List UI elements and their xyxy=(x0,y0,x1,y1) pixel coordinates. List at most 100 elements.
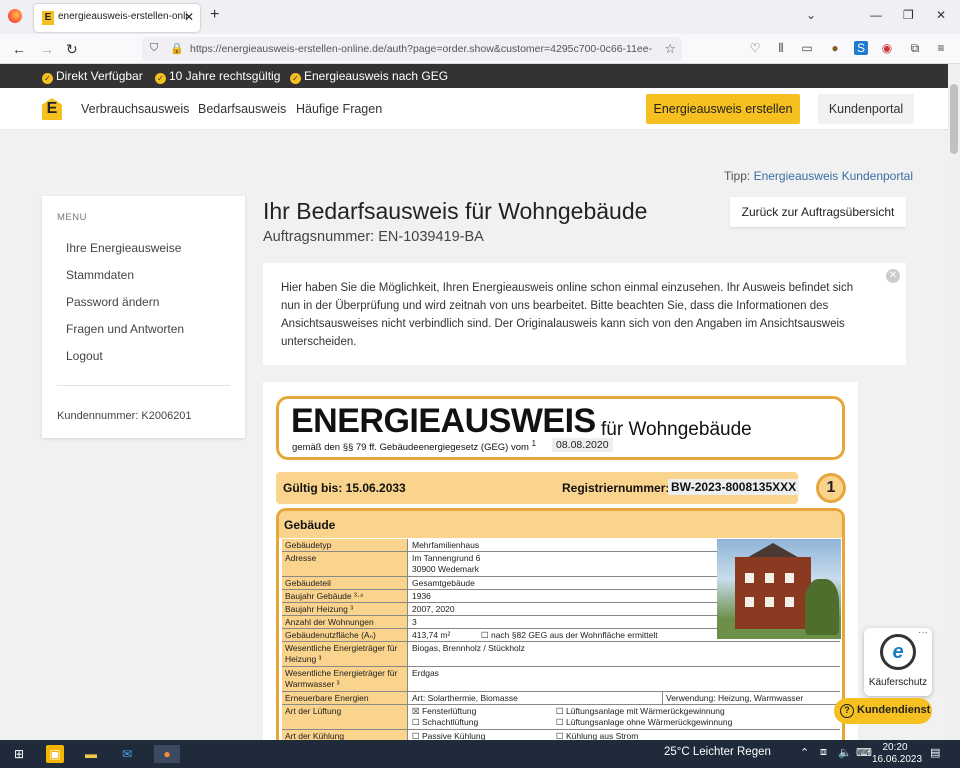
file-explorer-icon[interactable]: ▬ xyxy=(82,745,100,763)
certificate-page-number: 1 xyxy=(816,473,846,503)
table-row: Art der Kühlung ☐ Passive Kühlung ☐ Kühlun… xyxy=(282,730,840,740)
certificate-heading: ENERGIEAUSWEIS xyxy=(291,402,596,440)
back-button[interactable]: ← xyxy=(12,41,26,57)
store-icon[interactable]: ▣ xyxy=(46,745,64,763)
address-bar[interactable]: ⛉ 🔒 https://energieausweis-erstellen-onl… xyxy=(142,37,682,61)
sidebar-item-logout[interactable]: Logout xyxy=(66,349,103,363)
sidebar-icon[interactable]: ▭ xyxy=(800,41,814,55)
mail-icon[interactable]: ✉ xyxy=(118,745,136,763)
sidebar-item-stammdaten[interactable]: Stammdaten xyxy=(66,268,134,282)
extension-s-icon[interactable]: S xyxy=(854,41,868,55)
page-scrollbar[interactable] xyxy=(948,64,960,740)
page-title: Ihr Bedarfsausweis für Wohngebäude xyxy=(263,198,648,224)
nav-link-bedarfsausweis[interactable]: Bedarfsausweis xyxy=(198,102,286,116)
windows-taskbar: ⊞ ▣ ▬ ✉ ● 25°C Leichter Regen ⌃ ⧈ 🔈 ⌨ 20… xyxy=(0,740,960,768)
customer-service-button[interactable]: ? Kundendienst xyxy=(834,698,932,724)
scrollbar-thumb[interactable] xyxy=(950,84,958,154)
table-row: Art der Lüftung ☒ Fensterlüftung ☐ Schacht… xyxy=(282,705,840,730)
help-icon: ? xyxy=(840,704,854,718)
tab-close-icon[interactable]: ✕ xyxy=(184,10,194,24)
window-close-button[interactable]: ✕ xyxy=(936,8,946,22)
customer-portal-button[interactable]: Kundenportal xyxy=(818,94,914,124)
info-notice: Hier haben Sie die Möglichkeit, Ihren En… xyxy=(263,263,906,365)
building-section: Gebäude Gebäudetyp Mehrfamilienhaus Adres… xyxy=(276,508,845,740)
section-title: Gebäude xyxy=(279,511,842,538)
back-to-orders-button[interactable]: Zurück zur Auftragsübersicht xyxy=(730,197,906,227)
building-photo xyxy=(717,539,841,639)
extension-cookie-icon[interactable]: ● xyxy=(828,41,842,55)
sidebar-item-energieausweise[interactable]: Ihre Energieausweise xyxy=(66,241,181,255)
order-number: Auftragsnummer: EN-1039419-BA xyxy=(263,229,484,245)
keyboard-icon[interactable]: ⌨ xyxy=(856,746,872,759)
chevron-up-icon[interactable]: ⌃ xyxy=(800,746,809,759)
site-favicon-icon: E xyxy=(42,11,54,25)
certificate-preview: ENERGIEAUSWEIS für Wohngebäude gemäß den… xyxy=(263,382,858,740)
customer-service-label: Kundendienst xyxy=(857,704,931,716)
bookmark-star-icon[interactable]: ☆ xyxy=(664,41,676,57)
tab-title: energieausweis-erstellen-online xyxy=(58,11,188,22)
network-icon[interactable]: ⧈ xyxy=(820,746,827,759)
tab-list-dropdown-icon[interactable]: ⌄ xyxy=(806,8,816,22)
sidebar-divider xyxy=(57,385,230,386)
site-navigation: E Verbrauchsausweis Bedarfsausweis Häufi… xyxy=(0,88,948,130)
lock-icon[interactable]: 🔒 xyxy=(170,42,184,55)
sidebar-menu: MENU Ihre Energieausweise Stammdaten Pas… xyxy=(42,196,245,438)
maximize-button[interactable]: ❐ xyxy=(903,8,914,22)
table-row: Wesentliche Energieträger für Warmwasser… xyxy=(282,667,840,692)
certificate-header: ENERGIEAUSWEIS für Wohngebäude gemäß den… xyxy=(276,396,845,460)
windows-start-icon[interactable]: ⊞ xyxy=(10,745,28,763)
promo-item: ✓ 10 Jahre rechtsgültig xyxy=(155,69,280,84)
promo-item: ✓ Direkt Verfügbar xyxy=(42,69,143,84)
library-icon[interactable]: ⫴ xyxy=(774,41,788,55)
nav-link-faq[interactable]: Häufige Fragen xyxy=(296,102,382,116)
building-table: Gebäudetyp Mehrfamilienhaus Adresse Im Tan… xyxy=(282,539,841,740)
check-icon: ✓ xyxy=(155,73,166,84)
certificate-law-text: gemäß den §§ 79 ff. Gebäudeenergiegesetz… xyxy=(292,439,536,454)
volume-icon[interactable]: 🔈 xyxy=(838,746,852,759)
create-certificate-button[interactable]: Energieausweis erstellen xyxy=(646,94,800,124)
menu-hamburger-icon[interactable]: ≡ xyxy=(934,41,948,55)
certificate-law-date: 08.08.2020 xyxy=(552,438,613,452)
valid-until: Gültig bis: 15.06.2033 xyxy=(283,481,406,495)
pocket-icon[interactable]: ♡ xyxy=(748,41,762,55)
registration-label: Registriernummer: xyxy=(562,481,670,495)
check-icon: ✓ xyxy=(42,73,53,84)
table-row: Wesentliche Energieträger für Heizung ³B… xyxy=(282,642,840,667)
notifications-icon[interactable]: ▤ xyxy=(930,746,940,759)
browser-tab-strip: E energieausweis-erstellen-online ✕ + ⌄ … xyxy=(0,0,960,34)
site-logo[interactable]: E xyxy=(42,98,62,120)
validity-bar: Gültig bis: 15.06.2033 Registriernummer:… xyxy=(276,472,800,504)
promo-bar: ✓ Direkt Verfügbar ✓ 10 Jahre rechtsgültig… xyxy=(0,64,948,88)
certificate-subheading: für Wohngebäude xyxy=(601,419,752,440)
system-clock[interactable]: 20:20 16.06.2023 xyxy=(872,742,922,766)
extensions-icon[interactable]: ⧉ xyxy=(908,41,922,55)
more-options-icon[interactable]: ··· xyxy=(918,627,928,638)
new-tab-button[interactable]: + xyxy=(210,6,219,24)
table-row: Erneuerbare Energien Art: Solarthermie, B… xyxy=(282,692,840,705)
buyer-protection-label: Käuferschutz xyxy=(868,677,928,688)
forward-button[interactable]: → xyxy=(40,41,54,57)
url-text[interactable]: https://energieausweis-erstellen-online.… xyxy=(190,43,670,55)
extension-red-icon[interactable]: ◉ xyxy=(880,41,894,55)
weather-widget[interactable]: 25°C Leichter Regen xyxy=(664,746,771,758)
reload-button[interactable]: ↻ xyxy=(66,41,78,58)
tip-portal-link[interactable]: Energieausweis Kundenportal xyxy=(754,169,913,183)
notice-close-icon[interactable]: ✕ xyxy=(886,269,900,283)
notice-text: Hier haben Sie die Möglichkeit, Ihren En… xyxy=(281,282,854,348)
tracking-shield-icon[interactable]: ⛉ xyxy=(150,42,158,55)
sidebar-item-faq[interactable]: Fragen und Antworten xyxy=(66,322,184,336)
sidebar-item-password[interactable]: Password ändern xyxy=(66,295,159,309)
minimize-button[interactable]: — xyxy=(870,8,882,22)
browser-tab[interactable]: E energieausweis-erstellen-online ✕ xyxy=(34,4,200,32)
registration-number: BW-2023-8008135XXX xyxy=(668,479,800,495)
check-icon: ✓ xyxy=(290,73,301,84)
browser-toolbar: ← → ↻ ⛉ 🔒 https://energieausweis-erstell… xyxy=(0,34,960,64)
menu-heading: MENU xyxy=(57,212,87,223)
trusted-shops-seal-icon: e xyxy=(880,634,916,670)
buyer-protection-badge[interactable]: ··· e Käuferschutz xyxy=(864,627,932,696)
firefox-taskbar-icon[interactable]: ● xyxy=(154,745,180,763)
customer-number: Kundennummer: K2006201 xyxy=(57,410,192,422)
firefox-icon[interactable] xyxy=(8,9,22,23)
tip-text: Tipp: Energieausweis Kundenportal xyxy=(724,169,914,183)
nav-link-verbrauchsausweis[interactable]: Verbrauchsausweis xyxy=(81,102,189,116)
